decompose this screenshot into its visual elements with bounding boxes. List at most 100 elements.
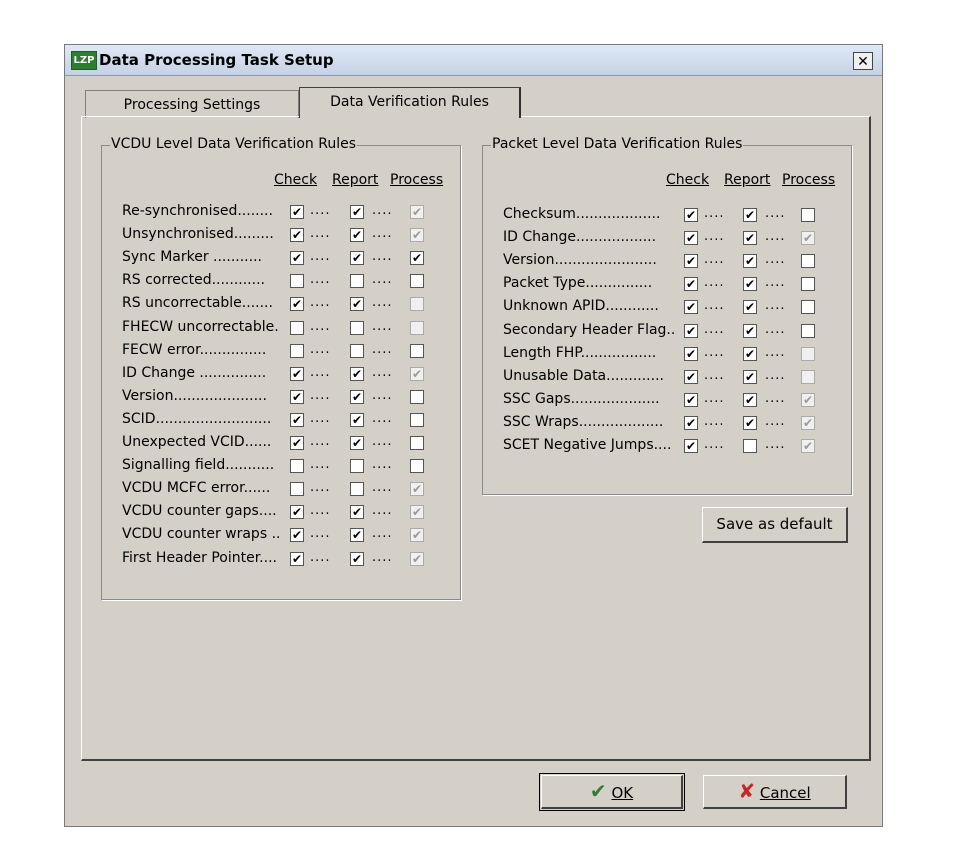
vcdu-process-checkbox[interactable]: ✔ [410,251,424,266]
vcdu-check-checkbox[interactable]: ✔ [290,297,304,312]
vcdu-rule-row: FECW error....................... [122,342,452,362]
vcdu-report-checkbox[interactable]: ✔ [350,505,364,520]
packet-check-checkbox[interactable]: ✔ [684,392,698,407]
packet-report-checkbox[interactable]: ✔ [743,392,757,407]
vcdu-report-checkbox[interactable] [350,274,364,289]
packet-process-checkbox[interactable] [801,277,815,292]
vcdu-rule-row: RS corrected.................... [122,272,452,292]
cancel-x-icon: ✘ [738,779,756,803]
vcdu-rule-label: First Header Pointer.... [122,549,277,566]
save-as-default-button[interactable]: Save as default [702,507,848,543]
vcdu-report-checkbox[interactable]: ✔ [350,551,364,566]
vcdu-report-checkbox[interactable] [350,482,364,497]
vcdu-check-checkbox[interactable] [290,459,304,474]
packet-check-checkbox[interactable]: ✔ [684,439,698,453]
vcdu-rule-label: RS uncorrectable....... [122,295,273,312]
vcdu-process-checkbox[interactable] [410,459,424,474]
close-button[interactable]: ✕ [853,52,873,70]
leader-dots: .... [704,298,725,314]
packet-check-checkbox[interactable]: ✔ [684,369,698,384]
packet-check-checkbox[interactable]: ✔ [684,346,698,361]
vcdu-report-checkbox[interactable]: ✔ [350,228,364,243]
packet-check-checkbox[interactable]: ✔ [684,300,698,315]
packet-report-checkbox[interactable]: ✔ [743,231,757,246]
vcdu-check-checkbox[interactable]: ✔ [290,389,304,404]
vcdu-process-checkbox[interactable] [410,343,424,358]
packet-report-checkbox[interactable]: ✔ [743,208,757,222]
packet-process-checkbox[interactable] [801,208,815,222]
packet-process-checkbox[interactable] [801,300,815,315]
vcdu-report-checkbox[interactable] [350,343,364,358]
vcdu-process-checkbox[interactable] [410,412,424,427]
vcdu-check-checkbox[interactable] [290,482,304,497]
packet-report-checkbox[interactable]: ✔ [743,369,757,384]
packet-check-checkbox[interactable]: ✔ [684,415,698,430]
cancel-button-label: Cancel [759,784,811,802]
tab-data-verification-rules[interactable]: Data Verification Rules [299,87,521,118]
vcdu-check-checkbox[interactable]: ✔ [290,366,304,381]
vcdu-check-checkbox[interactable] [290,274,304,289]
vcdu-report-checkbox[interactable] [350,459,364,474]
vcdu-process-checkbox[interactable] [410,436,424,450]
leader-dots: .... [765,321,786,337]
leader-dots: .... [372,318,393,334]
leader-dots: .... [372,226,393,242]
packet-check-checkbox[interactable]: ✔ [684,254,698,269]
packet-rule-label: Checksum................... [503,206,661,222]
packet-check-checkbox[interactable]: ✔ [684,208,698,222]
vcdu-report-checkbox[interactable]: ✔ [350,412,364,427]
vcdu-rule-row: Version..................... ✔.... ✔.... [122,388,452,408]
packet-check-checkbox[interactable]: ✔ [684,277,698,292]
leader-dots: .... [310,480,331,496]
vcdu-process-checkbox [410,320,424,335]
packet-report-checkbox[interactable]: ✔ [743,254,757,269]
vcdu-report-checkbox[interactable]: ✔ [350,436,364,450]
cancel-button[interactable]: ✘ Cancel [703,775,847,809]
vcdu-check-checkbox[interactable]: ✔ [290,412,304,427]
vcdu-check-checkbox[interactable]: ✔ [290,205,304,219]
vcdu-process-checkbox[interactable] [410,274,424,289]
vcdu-report-checkbox[interactable]: ✔ [350,297,364,312]
packet-report-checkbox[interactable]: ✔ [743,300,757,315]
vcdu-report-checkbox[interactable]: ✔ [350,528,364,543]
leader-dots: .... [372,387,393,403]
vcdu-rule-label: ID Change ............... [122,364,267,381]
packet-report-checkbox[interactable]: ✔ [743,346,757,361]
vcdu-check-checkbox[interactable]: ✔ [290,528,304,543]
packet-check-checkbox[interactable]: ✔ [684,231,698,246]
vcdu-check-checkbox[interactable]: ✔ [290,505,304,520]
packet-process-checkbox[interactable] [801,254,815,269]
vcdu-check-checkbox[interactable]: ✔ [290,251,304,266]
packet-check-checkbox[interactable]: ✔ [684,323,698,338]
leader-dots: .... [704,206,725,221]
vcdu-report-checkbox[interactable]: ✔ [350,389,364,404]
vcdu-rule-row: Re-synchronised........ ✔.... ✔.... ✔ [122,203,452,223]
vcdu-report-checkbox[interactable]: ✔ [350,366,364,381]
packet-report-checkbox[interactable]: ✔ [743,415,757,430]
vcdu-check-checkbox[interactable]: ✔ [290,551,304,566]
tab-processing-settings[interactable]: Processing Settings [85,90,299,118]
packet-report-checkbox[interactable]: ✔ [743,323,757,338]
title-bar[interactable]: LZP Data Processing Task Setup ✕ [65,45,882,76]
vcdu-rule-label: Unexpected VCID...... [122,434,272,450]
vcdu-process-checkbox[interactable] [410,389,424,404]
leader-dots: .... [704,321,725,337]
packet-rule-label: Secondary Header Flag.. [503,321,676,338]
vcdu-check-checkbox[interactable] [290,320,304,335]
vcdu-process-checkbox: ✔ [410,551,424,566]
leader-dots: .... [310,410,331,426]
ok-button[interactable]: ✔ OK [539,773,685,811]
packet-report-checkbox[interactable]: ✔ [743,277,757,292]
packet-process-checkbox[interactable] [801,323,815,338]
leader-dots: .... [372,272,393,288]
vcdu-check-checkbox[interactable] [290,343,304,358]
leader-dots: .... [765,298,786,314]
vcdu-report-checkbox[interactable] [350,320,364,335]
vcdu-report-checkbox[interactable]: ✔ [350,205,364,219]
leader-dots: .... [704,229,725,245]
vcdu-check-checkbox[interactable]: ✔ [290,436,304,450]
packet-rule-row: Length FHP................. ✔.... ✔.... [503,345,833,365]
packet-report-checkbox[interactable] [743,439,757,453]
vcdu-report-checkbox[interactable]: ✔ [350,251,364,266]
vcdu-check-checkbox[interactable]: ✔ [290,228,304,243]
